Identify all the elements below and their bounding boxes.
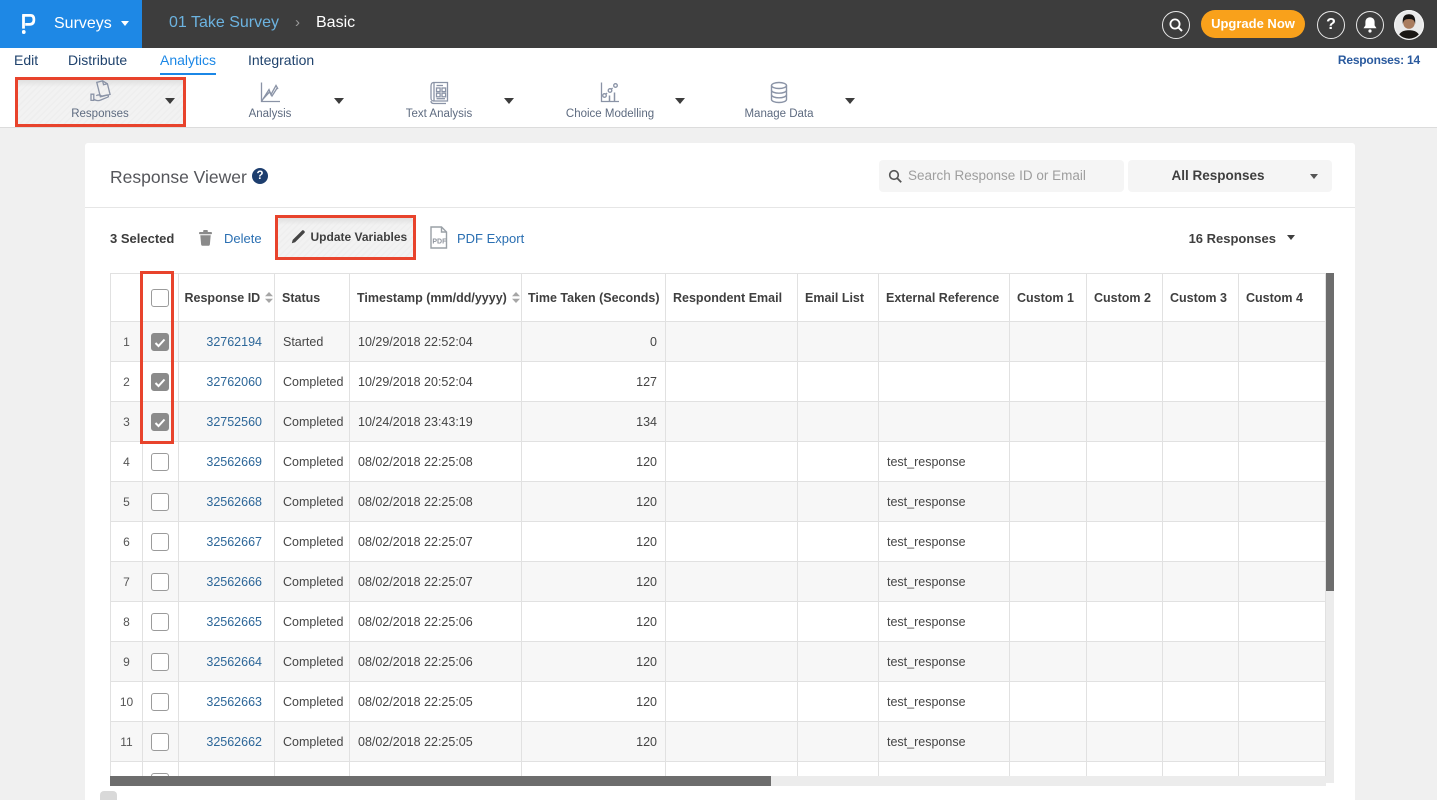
svg-text:PDF: PDF [432,239,447,246]
